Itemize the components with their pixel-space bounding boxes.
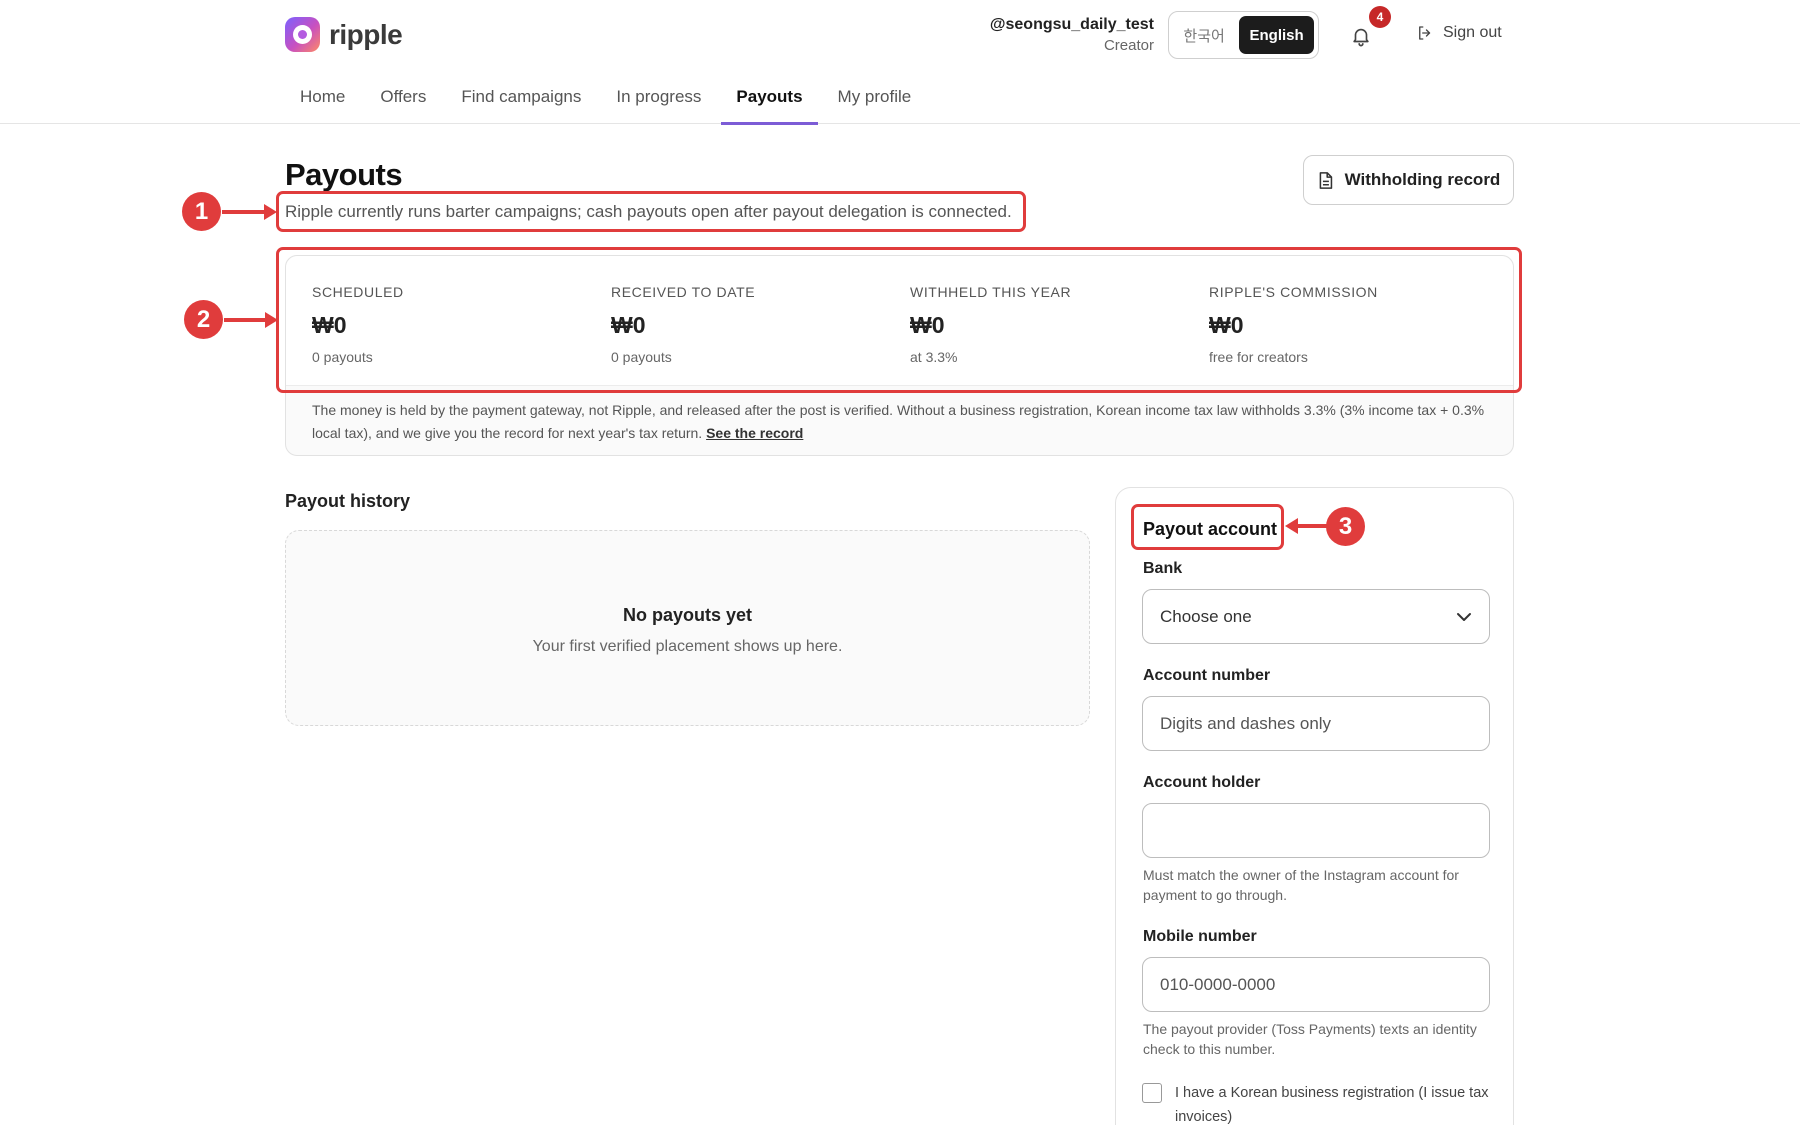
user-role: Creator [1103,37,1154,54]
bank-select[interactable]: Choose one [1142,589,1490,644]
annotation-box-1 [276,191,1026,232]
account-holder-label: Account holder [1143,774,1261,791]
nav-offers[interactable]: Offers [365,80,441,124]
logo-text: ripple [329,18,403,50]
account-holder-helper: Must match the owner of the Instagram ac… [1143,867,1459,903]
ripple-logo-icon [285,17,320,52]
annotation-marker-1: 1 [182,192,221,231]
annotation-arrow-1 [222,210,267,214]
stats-note-text: The money is held by the payment gateway… [312,402,1485,441]
empty-title: No payouts yet [622,605,753,625]
bell-icon[interactable] [1350,24,1372,48]
user-handle: @seongsu_daily_test [989,16,1154,33]
annotation-arrowhead-1 [264,204,277,220]
user-info: @seongsu_daily_test Creator [990,16,1154,54]
chevron-down-icon [1457,612,1471,621]
document-icon [1319,171,1332,189]
business-registration-row: I have a Korean business registration (I… [1142,1081,1502,1125]
main-nav: Home Offers Find campaigns In progress P… [285,80,931,125]
annotation-arrow-2 [224,318,268,322]
sign-out-button[interactable]: Sign out [1416,24,1502,42]
nav-payouts[interactable]: Payouts [721,80,818,125]
mobile-number-helper: The payout provider (Toss Payments) text… [1143,1021,1477,1057]
lang-english-button[interactable]: English [1239,16,1314,54]
payout-account-card: Payout account Bank Choose one Account n… [1115,487,1514,1125]
mobile-number-input[interactable]: 010-0000-0000 [1142,957,1490,1012]
sign-out-label: Sign out [1443,24,1502,41]
withholding-record-label: Withholding record [1344,170,1501,189]
nav-find-campaigns[interactable]: Find campaigns [446,80,596,124]
annotation-box-2 [276,247,1522,393]
business-registration-label[interactable]: I have a Korean business registration (I… [1175,1081,1502,1125]
bank-label: Bank [1143,560,1183,577]
bank-select-value: Choose one [1160,606,1252,626]
mobile-number-label: Mobile number [1143,928,1257,945]
withholding-record-button[interactable]: Withholding record [1303,155,1514,205]
account-number-input[interactable]: Digits and dashes only [1142,696,1490,751]
account-number-placeholder: Digits and dashes only [1160,713,1332,733]
account-number-label: Account number [1143,667,1271,684]
annotation-box-3 [1131,504,1284,550]
annotation-arrow-3 [1296,524,1330,528]
ripple-logo[interactable]: ripple [285,17,403,52]
annotation-marker-3: 3 [1326,507,1365,546]
nav-in-progress[interactable]: In progress [601,80,716,124]
annotation-arrowhead-2 [265,312,278,328]
sign-out-icon [1419,26,1431,40]
top-bar: ripple @seongsu_daily_test Creator 한국어 E… [0,0,1800,125]
mobile-number-placeholder: 010-0000-0000 [1160,974,1276,994]
lang-korean-button[interactable]: 한국어 [1173,16,1235,54]
annotation-marker-2: 2 [184,300,223,339]
language-toggle: 한국어 English [1168,11,1319,59]
notification-badge: 4 [1369,6,1391,28]
nav-my-profile[interactable]: My profile [823,80,927,124]
empty-subtitle: Your first verified placement shows up h… [532,638,843,655]
page-title: Payouts [285,157,403,192]
stats-note: The money is held by the payment gateway… [312,399,1492,445]
see-record-link[interactable]: See the record [706,425,803,441]
business-registration-checkbox[interactable] [1142,1083,1162,1103]
payout-history-title: Payout history [285,491,411,511]
nav-home[interactable]: Home [285,80,360,124]
account-holder-input[interactable] [1142,803,1490,858]
payout-history-empty: No payouts yet Your first verified place… [285,530,1090,726]
